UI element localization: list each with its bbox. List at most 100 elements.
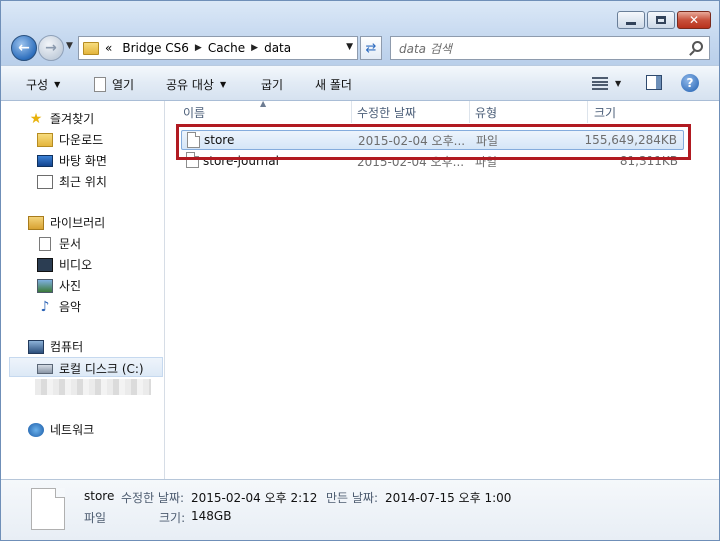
search-icon[interactable] (692, 41, 703, 52)
search-box[interactable]: data 검색 (390, 36, 710, 60)
organize-label: 구성 (26, 78, 49, 92)
pictures-icon (37, 278, 53, 293)
address-dropdown[interactable]: ▼ (346, 42, 353, 52)
explorer-window: ✕ ← → ▼ « Bridge CS6 ▶ Cache ▶ data ▼ ⇄ … (0, 0, 720, 541)
star-icon: ★ (29, 110, 43, 127)
minimize-button[interactable] (617, 11, 645, 29)
file-preview-icon (31, 488, 65, 530)
sidebar-item-label: 사진 (59, 279, 82, 293)
burn-label: 굽기 (261, 78, 284, 92)
preview-pane-icon[interactable] (646, 75, 662, 90)
chevron-right-icon[interactable]: ▶ (251, 43, 258, 53)
new-folder-button[interactable]: 새 폴더 (315, 76, 352, 93)
music-icon: ♪ (40, 298, 50, 315)
sidebar-item-local-disk[interactable]: 로컬 디스크 (C:) (37, 360, 144, 377)
library-icon (28, 215, 44, 230)
recent-pages-dropdown[interactable]: ▼ (66, 41, 73, 51)
details-file-name: store (84, 489, 115, 503)
forward-icon: → (45, 40, 57, 56)
column-divider[interactable] (351, 101, 352, 123)
burn-button[interactable]: 굽기 (261, 76, 283, 93)
search-placeholder: data 검색 (399, 41, 452, 56)
sidebar-item-label: 다운로드 (59, 133, 104, 147)
column-header-type[interactable]: 유형 (475, 101, 497, 123)
chevron-right-icon[interactable]: ▶ (195, 43, 202, 53)
sidebar-computer[interactable]: 컴퓨터 (28, 338, 83, 355)
folder-icon (83, 41, 99, 55)
share-menu[interactable]: 공유 대상 ▼ (166, 76, 226, 93)
sort-ascending-icon: ▲ (260, 99, 267, 108)
details-size-label: 크기: (159, 511, 186, 525)
sidebar-item-videos[interactable]: 비디오 (37, 256, 92, 273)
details-modified-label: 수정한 날짜: (121, 491, 185, 505)
details-size-value: 148GB (191, 509, 232, 523)
breadcrumb-item-cache[interactable]: Cache (208, 41, 245, 55)
breadcrumb-item-bridge[interactable]: Bridge CS6 (122, 41, 189, 55)
close-icon: ✕ (688, 13, 700, 27)
column-header-size[interactable]: 크기 (594, 101, 616, 123)
file-list: 이름 ▲ 수정한 날짜 유형 크기 store 2015-02-04 오후...… (166, 99, 719, 479)
refresh-icon: ⇄ (365, 40, 377, 56)
back-icon: ← (18, 40, 30, 56)
close-button[interactable]: ✕ (677, 11, 711, 29)
chevron-down-icon: ▼ (219, 80, 227, 89)
video-icon (37, 257, 53, 272)
open-button[interactable]: 열기 (94, 76, 134, 93)
sidebar-favorites-label: 즐겨찾기 (50, 112, 95, 126)
details-file-type: 파일 (84, 511, 107, 525)
chevron-down-icon: ▼ (54, 80, 61, 89)
sidebar-item-documents[interactable]: 문서 (37, 235, 81, 252)
column-header-type-label: 유형 (475, 105, 498, 120)
address-bar[interactable]: « Bridge CS6 ▶ Cache ▶ data ▼ (78, 36, 358, 60)
sidebar-network[interactable]: 네트워크 (28, 421, 94, 438)
disk-icon (37, 363, 53, 374)
refresh-button[interactable]: ⇄ (360, 36, 382, 60)
navigation-pane: ★ 즐겨찾기 다운로드 바탕 화면 최근 위치 라이브러리 문서 비디오 사진 ♪… (1, 101, 165, 479)
desktop-icon (37, 154, 53, 167)
view-icon[interactable] (592, 77, 608, 90)
computer-icon (28, 339, 44, 354)
sidebar-item-pictures[interactable]: 사진 (37, 277, 81, 294)
sidebar-libraries[interactable]: 라이브러리 (28, 214, 105, 231)
details-pane: store 수정한 날짜: 2015-02-04 오후 2:12 만든 날짜: … (1, 479, 719, 540)
new-folder-label: 새 폴더 (315, 78, 352, 92)
sidebar-item-label: 음악 (59, 300, 82, 314)
view-dropdown[interactable]: ▼ (615, 79, 621, 88)
breadcrumb-item-data[interactable]: data (264, 41, 291, 55)
column-header-name[interactable]: 이름 (183, 101, 205, 123)
sidebar-network-label: 네트워크 (50, 423, 95, 437)
annotation-highlight-box (176, 124, 691, 160)
breadcrumb-overflow[interactable]: « (105, 41, 112, 55)
documents-icon (39, 236, 51, 251)
back-button[interactable]: ← (11, 35, 37, 61)
column-header-date-label: 수정한 날짜 (357, 105, 417, 120)
breadcrumb: « Bridge CS6 ▶ Cache ▶ data (105, 41, 291, 55)
sidebar-item-label: 로컬 디스크 (C:) (59, 362, 144, 376)
sidebar-item-label: 바탕 화면 (59, 154, 107, 168)
recent-places-icon (37, 174, 53, 189)
details-created-label: 만든 날짜: (326, 491, 379, 505)
sidebar-item-label: 문서 (59, 237, 82, 251)
command-bar: 구성 ▼ 열기 공유 대상 ▼ 굽기 새 폴더 ▼ ? (1, 65, 719, 101)
sidebar-item-desktop[interactable]: 바탕 화면 (37, 152, 107, 169)
sidebar-item-recent[interactable]: 최근 위치 (37, 173, 107, 190)
network-icon (28, 422, 44, 437)
column-header-date[interactable]: 수정한 날짜 (357, 101, 416, 123)
share-label: 공유 대상 (166, 78, 214, 92)
sidebar-libraries-label: 라이브러리 (50, 216, 106, 230)
sidebar-item-music[interactable]: ♪ 음악 (37, 298, 82, 315)
redacted-drive[interactable] (35, 379, 151, 395)
forward-button[interactable]: → (38, 35, 64, 61)
help-icon[interactable]: ? (681, 74, 699, 92)
title-bar: ✕ ← → ▼ « Bridge CS6 ▶ Cache ▶ data ▼ ⇄ … (1, 1, 719, 65)
maximize-button[interactable] (647, 11, 675, 29)
column-divider[interactable] (587, 101, 588, 123)
maximize-icon (656, 16, 666, 24)
organize-menu[interactable]: 구성 ▼ (26, 76, 60, 93)
column-divider[interactable] (469, 101, 470, 123)
sidebar-item-downloads[interactable]: 다운로드 (37, 131, 103, 148)
sidebar-favorites[interactable]: ★ 즐겨찾기 (28, 110, 94, 127)
open-label: 열기 (112, 78, 135, 92)
details-created-value: 2014-07-15 오후 1:00 (385, 491, 512, 505)
sidebar-computer-label: 컴퓨터 (50, 340, 84, 354)
